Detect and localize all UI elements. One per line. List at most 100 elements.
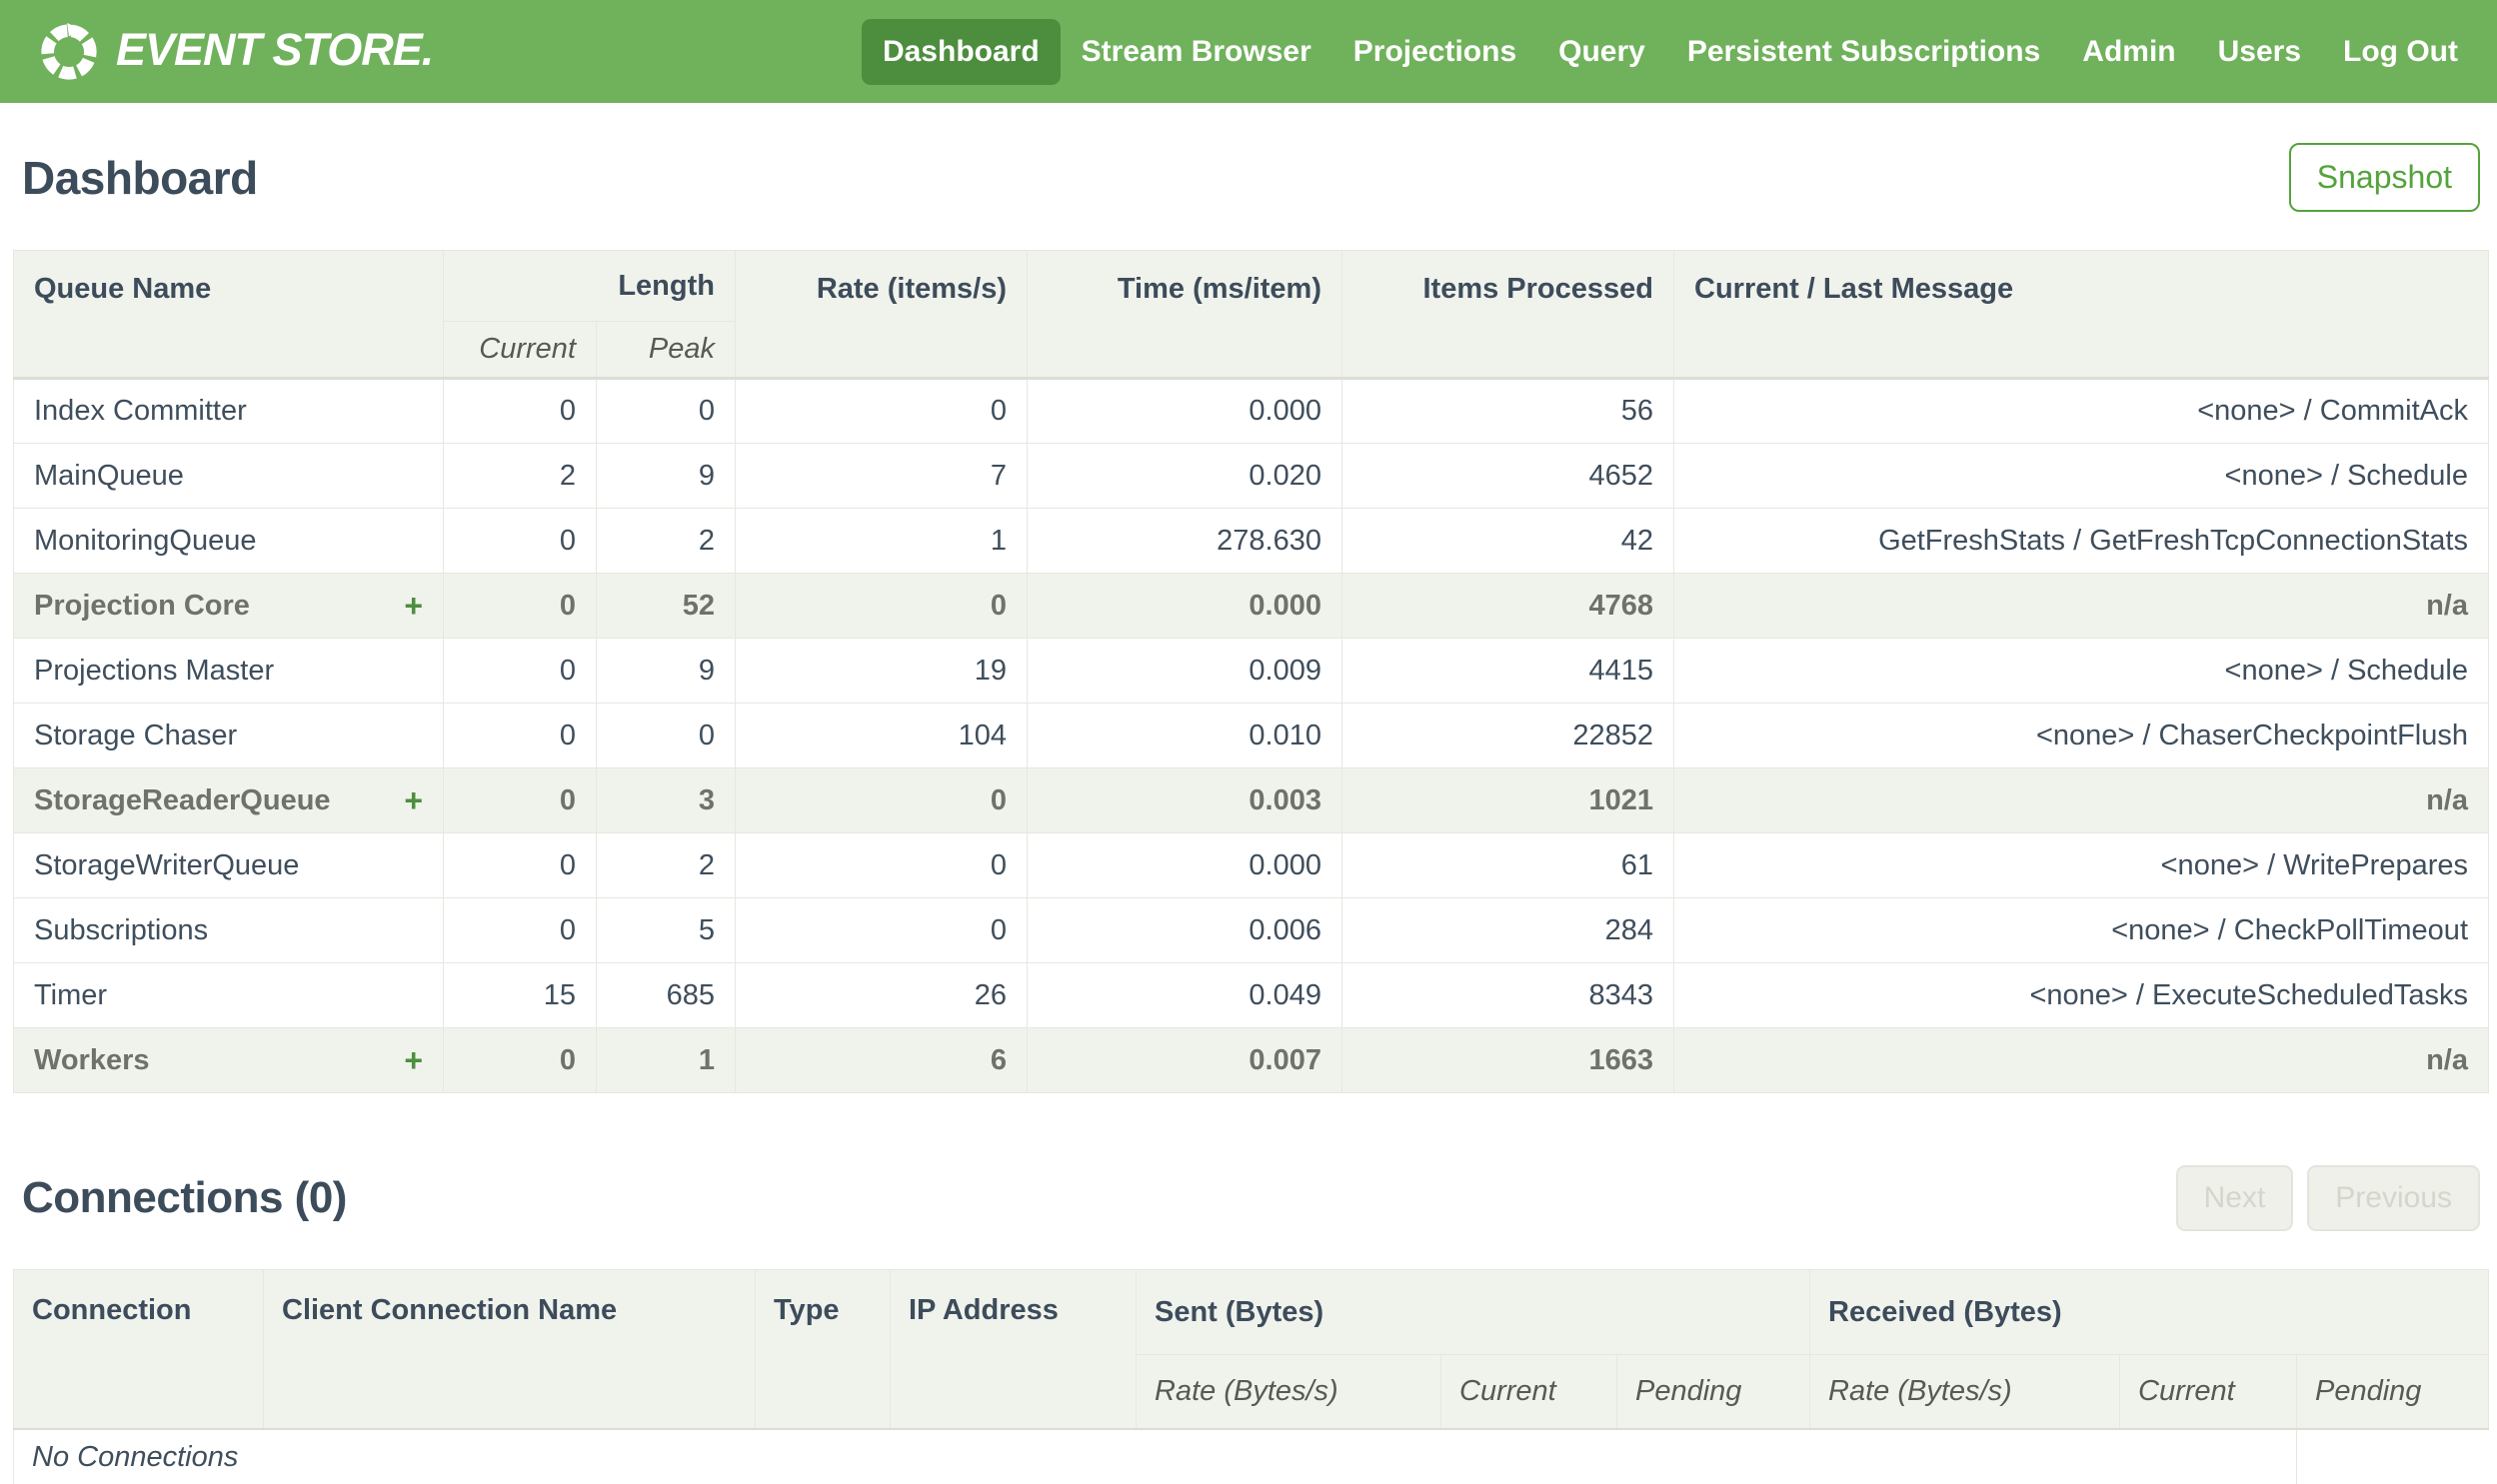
queue-row: StorageWriterQueue 0 2 0 0.000 61 <none>… [13, 832, 2489, 898]
col-rate: Rate (items/s) [735, 250, 1028, 379]
col-length-current: Current [443, 321, 597, 379]
queue-row: Projections Master 0 9 19 0.009 4415 <no… [13, 638, 2489, 704]
queue-current: 15 [443, 962, 597, 1028]
queue-rate: 104 [735, 703, 1028, 768]
col-ip-address: IP Address [890, 1269, 1137, 1429]
queue-message: <none> / Schedule [1673, 443, 2489, 509]
queue-message: n/a [1673, 573, 2489, 639]
queue-message: <none> / Schedule [1673, 638, 2489, 704]
queue-rate: 0 [735, 573, 1028, 639]
queue-row: MainQueue 2 9 7 0.020 4652 <none> / Sche… [13, 443, 2489, 509]
queue-time: 278.630 [1027, 508, 1342, 574]
expand-icon[interactable]: + [404, 782, 423, 819]
queue-group-row[interactable]: Workers + 0 1 6 0.007 1663 n/a [13, 1027, 2489, 1093]
queue-group-row[interactable]: Projection Core + 0 52 0 0.000 4768 n/a [13, 573, 2489, 639]
col-queue-name: Queue Name [13, 250, 444, 379]
queue-rate: 26 [735, 962, 1028, 1028]
queue-name: Index Committer [13, 378, 444, 444]
queue-current: 0 [443, 832, 597, 898]
nav-item-dashboard[interactable]: Dashboard [861, 18, 1061, 85]
queue-time: 0.000 [1027, 832, 1342, 898]
col-received-bytes: Received (Bytes) [1808, 1269, 2490, 1355]
queue-peak: 9 [596, 638, 736, 704]
queue-peak: 3 [596, 767, 736, 833]
queue-current: 0 [443, 897, 597, 963]
queue-row: Timer 15 685 26 0.049 8343 <none> / Exec… [13, 962, 2489, 1028]
queue-current: 0 [443, 767, 597, 833]
queue-current: 0 [443, 508, 597, 574]
queue-items: 61 [1341, 832, 1674, 898]
queue-peak: 2 [596, 508, 736, 574]
col-sent-current: Current [1440, 1354, 1617, 1429]
nav-item-persistent-subscriptions[interactable]: Persistent Subscriptions [1666, 19, 2061, 85]
queue-rate: 7 [735, 443, 1028, 509]
queue-current: 0 [443, 573, 597, 639]
col-client-connection-name: Client Connection Name [263, 1269, 756, 1429]
expand-icon[interactable]: + [404, 588, 423, 625]
queue-current: 0 [443, 1027, 597, 1093]
nav-item-stream-browser[interactable]: Stream Browser [1061, 19, 1332, 85]
nav-item-projections[interactable]: Projections [1332, 19, 1537, 85]
brand-name: EVENT STORE. [116, 23, 434, 75]
queue-peak: 9 [596, 443, 736, 509]
queue-message: <none> / CommitAck [1673, 378, 2489, 444]
queue-items: 8343 [1341, 962, 1674, 1028]
nav-item-query[interactable]: Query [1537, 19, 1666, 85]
queue-rate: 6 [735, 1027, 1028, 1093]
connections-table: Connection Client Connection Name Type I… [13, 1269, 2490, 1484]
queue-message: <none> / ExecuteScheduledTasks [1673, 962, 2489, 1028]
queue-items: 42 [1341, 508, 1674, 574]
queue-current: 0 [443, 638, 597, 704]
queue-items: 22852 [1341, 703, 1674, 768]
queue-current: 2 [443, 443, 597, 509]
queue-peak: 5 [596, 897, 736, 963]
nav-item-admin[interactable]: Admin [2061, 19, 2196, 85]
expand-icon[interactable]: + [404, 1042, 423, 1079]
col-length-peak: Peak [596, 321, 736, 379]
queue-peak: 2 [596, 832, 736, 898]
queue-name: MonitoringQueue [13, 508, 444, 574]
queue-rate: 0 [735, 897, 1028, 963]
queue-row: Storage Chaser 0 0 104 0.010 22852 <none… [13, 703, 2489, 768]
queue-time: 0.003 [1027, 767, 1342, 833]
queue-message: n/a [1673, 767, 2489, 833]
event-store-ring-icon [38, 21, 100, 83]
col-sent-bytes: Sent (Bytes) [1136, 1269, 1810, 1355]
queue-time: 0.010 [1027, 703, 1342, 768]
top-navbar: EVENT STORE. Dashboard Stream Browser Pr… [0, 0, 2497, 103]
queue-time: 0.009 [1027, 638, 1342, 704]
queue-message: n/a [1673, 1027, 2489, 1093]
queue-group-row[interactable]: StorageReaderQueue + 0 3 0 0.003 1021 n/… [13, 767, 2489, 833]
previous-button[interactable]: Previous [2307, 1165, 2480, 1231]
queue-row: Index Committer 0 0 0 0.000 56 <none> / … [13, 378, 2489, 444]
queue-items: 56 [1341, 378, 1674, 444]
queue-time: 0.000 [1027, 573, 1342, 639]
queue-message: <none> / CheckPollTimeout [1673, 897, 2489, 963]
queue-peak: 685 [596, 962, 736, 1028]
queue-time: 0.006 [1027, 897, 1342, 963]
queue-message: <none> / WritePrepares [1673, 832, 2489, 898]
nav-item-users[interactable]: Users [2197, 19, 2322, 85]
queue-peak: 0 [596, 703, 736, 768]
col-length: Length [443, 250, 736, 322]
no-connections-row: No Connections [13, 1428, 2489, 1484]
queue-rate: 0 [735, 832, 1028, 898]
col-sent-rate: Rate (Bytes/s) [1136, 1354, 1441, 1429]
nav-item-logout[interactable]: Log Out [2322, 19, 2479, 85]
col-connection: Connection [13, 1269, 264, 1429]
col-time: Time (ms/item) [1027, 250, 1342, 379]
connections-title: Connections (0) [22, 1173, 347, 1222]
snapshot-button[interactable]: Snapshot [2288, 143, 2480, 212]
next-button[interactable]: Next [2175, 1165, 2294, 1231]
queue-rate: 19 [735, 638, 1028, 704]
queue-name: StorageReaderQueue + [13, 767, 444, 833]
col-message: Current / Last Message [1673, 250, 2489, 379]
queue-name: MainQueue [13, 443, 444, 509]
queue-name: Subscriptions [13, 897, 444, 963]
brand-logo[interactable]: EVENT STORE. [38, 21, 434, 83]
queue-peak: 1 [596, 1027, 736, 1093]
queue-time: 0.007 [1027, 1027, 1342, 1093]
queue-time: 0.000 [1027, 378, 1342, 444]
queue-name: Timer [13, 962, 444, 1028]
queue-name: Workers + [13, 1027, 444, 1093]
